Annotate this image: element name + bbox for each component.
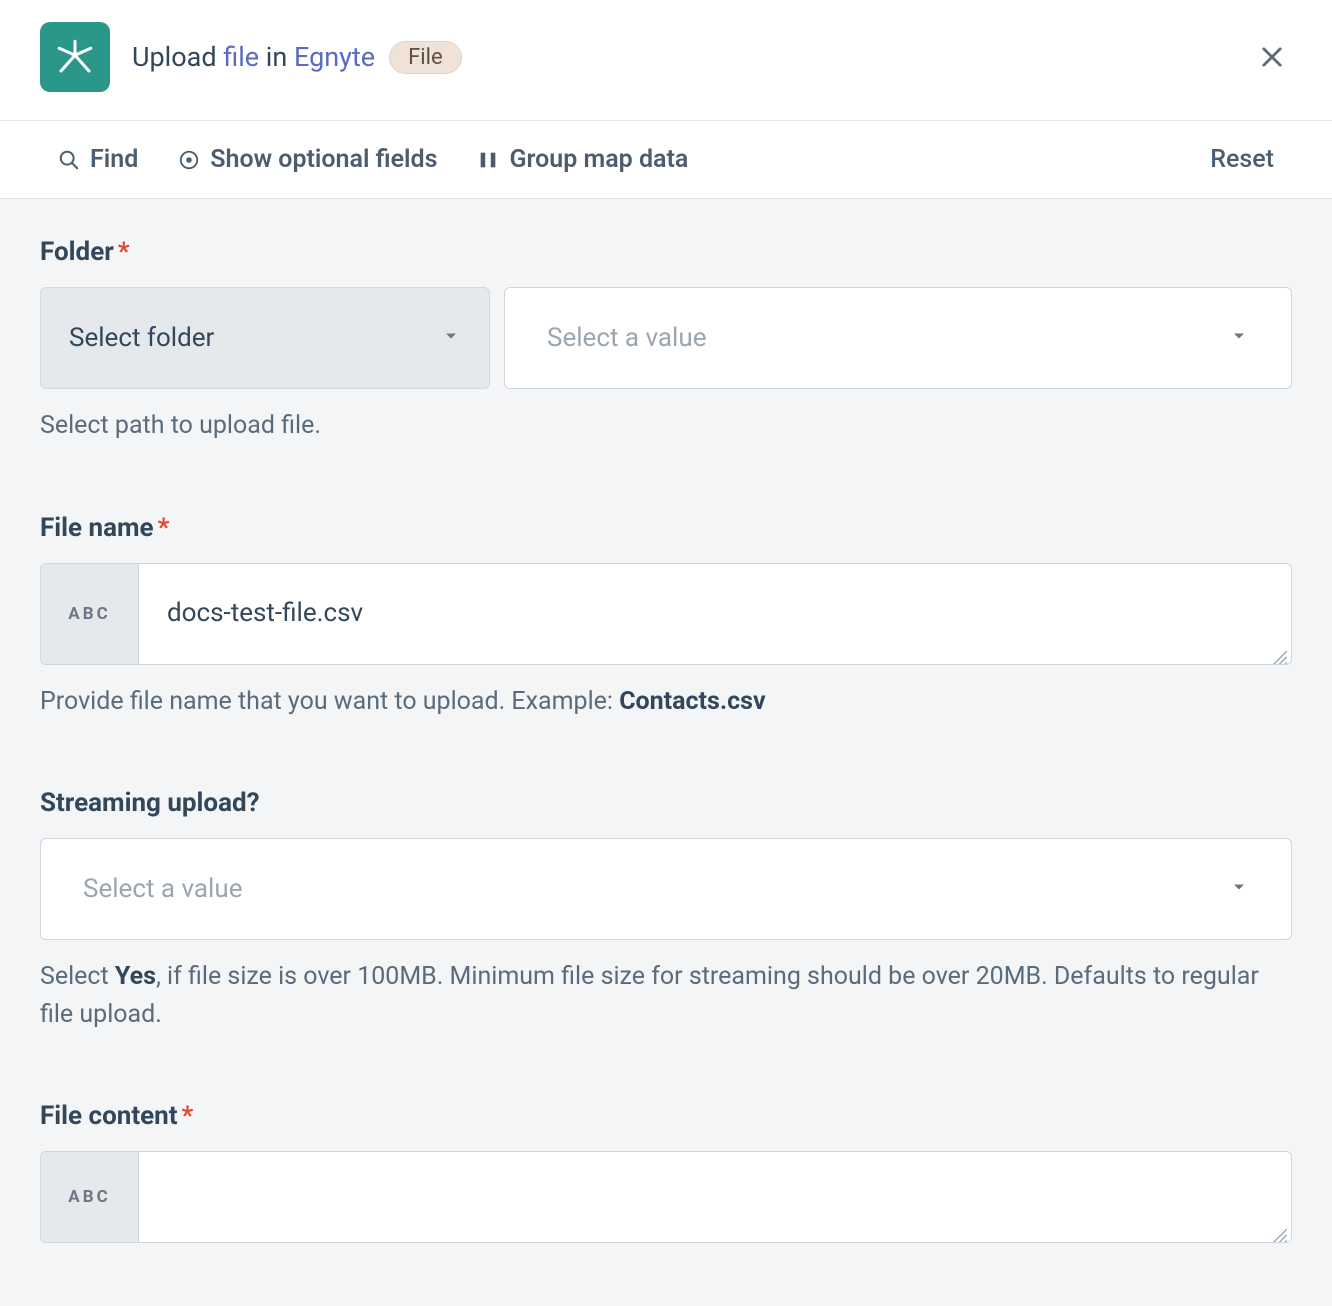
required-marker: *: [118, 237, 130, 267]
title-link-file[interactable]: file: [223, 41, 259, 73]
folder-label: Folder*: [40, 237, 1292, 267]
filename-input[interactable]: [139, 564, 1291, 664]
type-badge: File: [389, 41, 462, 74]
filename-label: File name*: [40, 513, 1292, 543]
group-label: Group map data: [509, 145, 688, 174]
eye-icon: [178, 149, 200, 171]
text-type-indicator: ABC: [41, 1152, 139, 1242]
field-folder: Folder* Select folder Select a value Sel…: [40, 237, 1292, 445]
required-marker: *: [158, 513, 170, 543]
close-icon: [1258, 43, 1286, 71]
optional-label: Show optional fields: [210, 145, 437, 174]
chevron-down-icon: [1229, 874, 1249, 904]
field-content: File content* ABC: [40, 1101, 1292, 1243]
content-input[interactable]: [139, 1152, 1291, 1242]
app-logo-icon: [54, 36, 96, 78]
filename-input-wrap: ABC: [40, 563, 1292, 665]
dialog-header: Upload file in Egnyte File: [0, 0, 1332, 121]
app-icon: [40, 22, 110, 92]
content-input-wrap: ABC: [40, 1151, 1292, 1243]
folder-select-label: Select folder: [69, 323, 214, 353]
filename-hint: Provide file name that you want to uploa…: [40, 683, 1292, 721]
streaming-label: Streaming upload?: [40, 788, 1292, 818]
folder-value-placeholder: Select a value: [547, 323, 706, 353]
show-optional-button[interactable]: Show optional fields: [178, 145, 437, 174]
group-map-button[interactable]: Group map data: [477, 145, 688, 174]
title-mid: in: [259, 41, 294, 73]
folder-value-select[interactable]: Select a value: [504, 287, 1292, 389]
streaming-placeholder: Select a value: [83, 874, 242, 904]
chevron-down-icon: [441, 323, 461, 353]
folder-select[interactable]: Select folder: [40, 287, 490, 389]
columns-icon: [477, 149, 499, 171]
close-button[interactable]: [1252, 37, 1292, 77]
form-area: Folder* Select folder Select a value Sel…: [0, 199, 1332, 1283]
required-marker: *: [182, 1101, 194, 1131]
streaming-select[interactable]: Select a value: [40, 838, 1292, 940]
field-filename: File name* ABC Provide file name that yo…: [40, 513, 1292, 721]
streaming-hint: Select Yes, if file size is over 100MB. …: [40, 958, 1292, 1033]
field-streaming: Streaming upload? Select a value Select …: [40, 788, 1292, 1033]
toolbar: Find Show optional fields Group map data…: [0, 121, 1332, 199]
folder-hint: Select path to upload file.: [40, 407, 1292, 445]
title-prefix: Upload: [132, 41, 223, 73]
content-label: File content*: [40, 1101, 1292, 1131]
find-button[interactable]: Find: [58, 145, 138, 174]
title-link-app[interactable]: Egnyte: [294, 41, 375, 73]
dialog-title: Upload file in Egnyte File: [132, 41, 462, 74]
text-type-indicator: ABC: [41, 564, 139, 664]
chevron-down-icon: [1229, 323, 1249, 353]
reset-button[interactable]: Reset: [1210, 145, 1274, 174]
find-label: Find: [90, 145, 138, 174]
search-icon: [58, 149, 80, 171]
